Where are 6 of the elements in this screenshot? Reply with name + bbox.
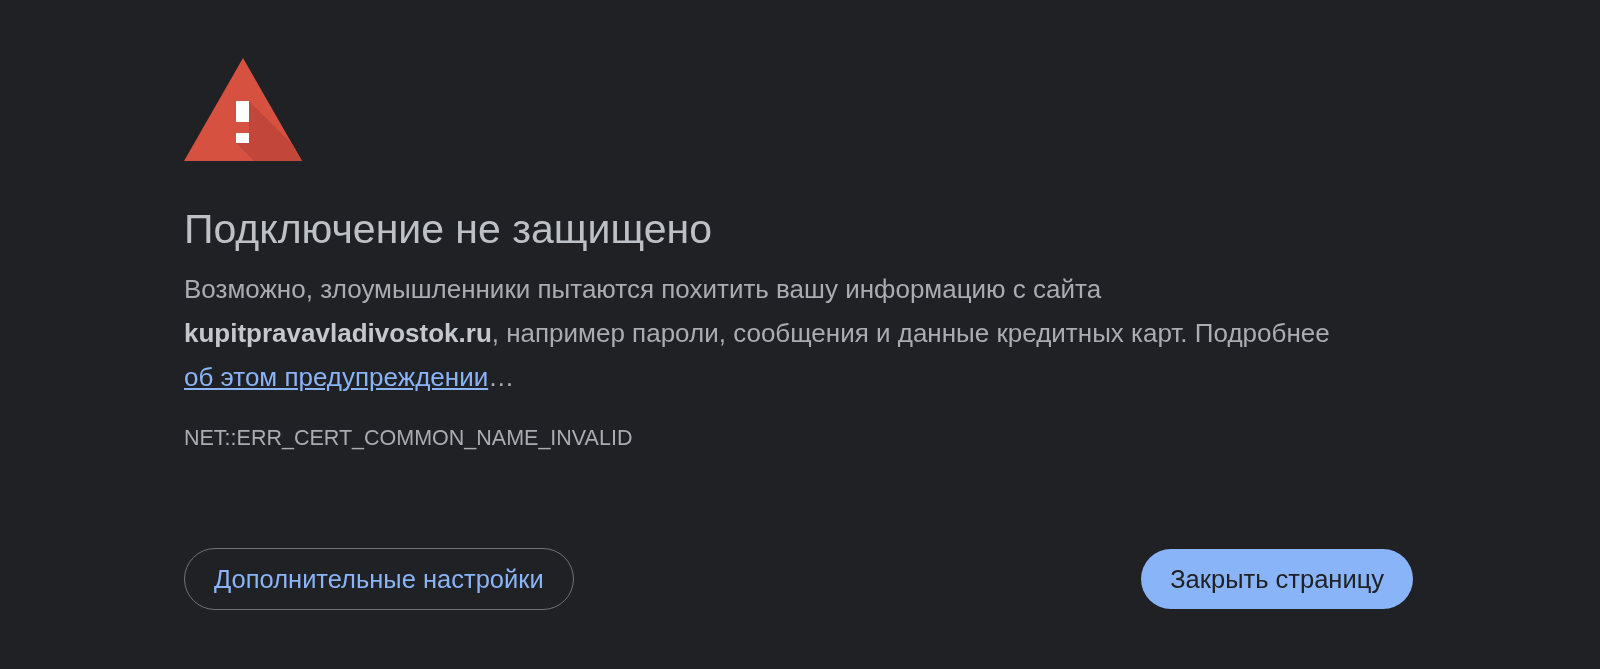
warning-triangle-icon [184, 58, 302, 161]
warning-message: Возможно, злоумышленники пытаются похитить вашу информацию с сайта kupitpravavladivostok.ru, например пароли, сообщения и данные кредитных карт. Подробнее об этом предупреждении… [184, 273, 1331, 394]
error-code: NET::ERR_CERT_COMMON_NAME_INVALID [184, 425, 633, 451]
page-heading: Подключение не защищено [184, 205, 712, 253]
learn-more-link[interactable]: об этом предупреждении [184, 362, 489, 392]
close-page-button[interactable]: Закрыть страницу [1141, 549, 1413, 609]
